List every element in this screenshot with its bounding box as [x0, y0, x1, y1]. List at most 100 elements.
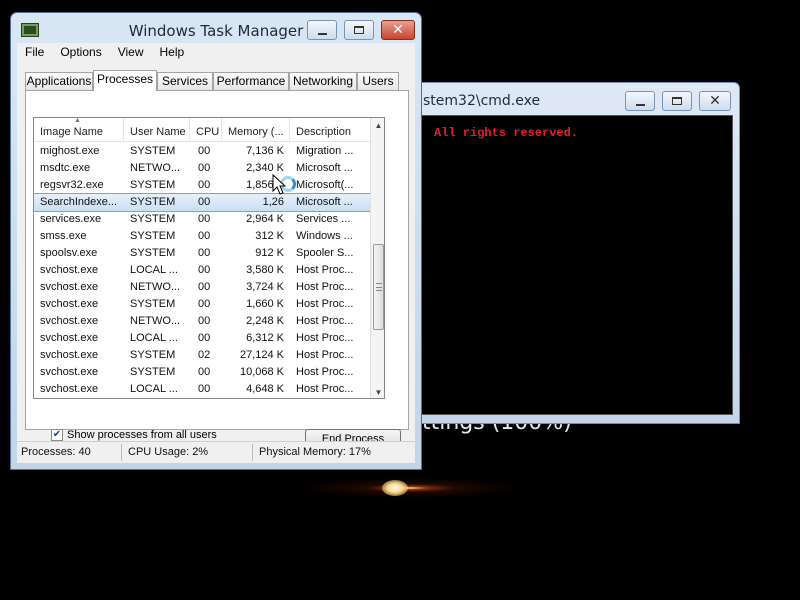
column-description[interactable]: Description	[290, 118, 370, 142]
column-user-name-label: User Name	[130, 126, 186, 138]
table-row[interactable]: spoolsv.exe SYSTEM 00 912 K Spooler S...	[34, 245, 370, 262]
description-cell: Host Proc...	[296, 332, 354, 344]
tm-maximize-button[interactable]	[344, 20, 374, 40]
description-cell: Host Proc...	[296, 264, 354, 276]
user-name-cell: NETWO...	[130, 315, 181, 327]
column-user-name[interactable]: User Name	[124, 118, 190, 142]
column-memory[interactable]: Memory (...	[222, 118, 290, 142]
description-cell: Microsoft ...	[296, 162, 353, 174]
scroll-down-icon[interactable]: ▼	[371, 385, 384, 398]
cmd-close-button[interactable]: ✕	[699, 91, 731, 111]
cmd-console[interactable]: All rights reserved.	[421, 115, 733, 415]
process-name-cell: svchost.exe	[40, 315, 99, 327]
description-cell: Services ...	[296, 213, 351, 225]
table-row[interactable]: mighost.exe SYSTEM 00 7,136 K Migration ...	[34, 143, 370, 160]
menu-bar: File Options View Help	[17, 43, 415, 63]
cpu-cell: 00	[198, 179, 211, 191]
column-image-name-label: Image Name	[40, 126, 103, 138]
user-name-cell: SYSTEM	[130, 196, 176, 208]
memory-cell: 912 K	[255, 247, 284, 259]
menu-file[interactable]: File	[17, 43, 52, 63]
process-name-cell: svchost.exe	[40, 349, 99, 361]
table-row[interactable]: svchost.exe SYSTEM 00 1,660 K Host Proc...	[34, 296, 370, 313]
description-cell: Microsoft(...	[296, 179, 354, 191]
status-divider	[252, 444, 253, 461]
table-row[interactable]: svchost.exe LOCAL ... 00 6,312 K Host Proc..…	[34, 330, 370, 347]
memory-cell: 2,340 K	[246, 162, 284, 174]
user-name-cell: SYSTEM	[130, 349, 176, 361]
show-all-users-checkbox[interactable]: ✔	[51, 429, 63, 441]
process-list-scrollbar[interactable]: ▲ ▼	[370, 118, 384, 398]
user-name-cell: SYSTEM	[130, 179, 176, 191]
cmd-window[interactable]: stem32\cmd.exe ✕ All rights reserved.	[412, 82, 740, 424]
memory-cell: 2,248 K	[246, 315, 284, 327]
process-name-cell: mighost.exe	[40, 145, 100, 157]
process-list-header: ▲ Image Name User Name CPU Memory (... D…	[34, 118, 370, 142]
memory-cell: 3,580 K	[246, 264, 284, 276]
status-processes: Processes: 40	[21, 446, 91, 458]
cpu-cell: 00	[198, 298, 211, 310]
process-name-cell: svchost.exe	[40, 366, 99, 378]
minimize-icon	[635, 103, 645, 106]
cpu-cell: 00	[198, 213, 211, 225]
tab-users[interactable]: Users	[357, 72, 399, 90]
table-row[interactable]: svchost.exe NETWO... 00 3,724 K Host Proc...	[34, 279, 370, 296]
table-row[interactable]: services.exe SYSTEM 00 2,964 K Services ...	[34, 211, 370, 228]
scroll-up-icon[interactable]: ▲	[371, 118, 384, 133]
table-row[interactable]: svchost.exe SYSTEM 00 10,068 K Host Proc...	[34, 364, 370, 381]
tab-processes[interactable]: Processes	[93, 70, 157, 91]
process-name-cell: msdtc.exe	[40, 162, 91, 174]
column-image-name[interactable]: ▲ Image Name	[34, 118, 124, 142]
description-cell: Host Proc...	[296, 366, 354, 378]
sort-arrow-icon: ▲	[74, 118, 81, 124]
table-row[interactable]: SearchIndexe... SYSTEM 00 1,26 Microsoft ...	[34, 193, 371, 212]
task-manager-window[interactable]: Windows Task Manager ✕ File Options View…	[10, 12, 422, 470]
description-cell: Host Proc...	[296, 315, 354, 327]
memory-cell: 1,660 K	[246, 298, 284, 310]
tab-performance[interactable]: Performance	[213, 72, 289, 90]
column-cpu[interactable]: CPU	[190, 118, 222, 142]
table-row[interactable]: msdtc.exe NETWO... 00 2,340 K Microsoft ...	[34, 160, 370, 177]
process-name-cell: svchost.exe	[40, 281, 99, 293]
tm-minimize-button[interactable]	[307, 20, 337, 40]
description-cell: Spooler S...	[296, 247, 354, 259]
menu-help[interactable]: Help	[152, 43, 193, 63]
minimize-icon	[317, 32, 327, 35]
process-list[interactable]: ▲ Image Name User Name CPU Memory (... D…	[33, 117, 385, 399]
description-cell: Host Proc...	[296, 298, 354, 310]
user-name-cell: SYSTEM	[130, 145, 176, 157]
menu-options[interactable]: Options	[52, 43, 109, 63]
status-cpu-usage: CPU Usage: 2%	[128, 446, 209, 458]
user-name-cell: SYSTEM	[130, 247, 176, 259]
maximize-icon	[672, 97, 682, 105]
menu-view[interactable]: View	[110, 43, 152, 63]
table-row[interactable]: smss.exe SYSTEM 00 312 K Windows ...	[34, 228, 370, 245]
memory-cell: 6,312 K	[246, 332, 284, 344]
tab-services[interactable]: Services	[157, 72, 213, 90]
table-row[interactable]: svchost.exe LOCAL ... 00 4,648 K Host Proc..…	[34, 381, 370, 398]
table-row[interactable]: svchost.exe LOCAL ... 00 3,580 K Host Proc..…	[34, 262, 370, 279]
tab-networking[interactable]: Networking	[289, 72, 357, 90]
table-row[interactable]: svchost.exe NETWO... 00 2,248 K Host Proc...	[34, 313, 370, 330]
tm-close-button[interactable]: ✕	[381, 20, 415, 40]
cmd-maximize-button[interactable]	[662, 91, 692, 111]
column-memory-label: Memory (...	[228, 126, 284, 138]
light-glow	[300, 478, 520, 498]
show-all-users-option[interactable]: ✔ Show processes from all users	[51, 429, 217, 441]
table-row[interactable]: svchost.exe SYSTEM 02 27,124 K Host Proc...	[34, 347, 370, 364]
memory-cell: 27,124 K	[239, 349, 284, 361]
column-description-label: Description	[296, 126, 352, 138]
console-line: All rights reserved.	[434, 126, 579, 140]
cpu-cell: 00	[198, 264, 211, 276]
cmd-minimize-button[interactable]	[625, 91, 655, 111]
description-cell: Host Proc...	[296, 383, 354, 395]
process-name-cell: smss.exe	[40, 230, 87, 242]
cpu-cell: 02	[198, 349, 211, 361]
cpu-cell: 00	[198, 196, 211, 208]
table-row[interactable]: regsvr32.exe SYSTEM 00 1,856 K Microsoft(...	[34, 177, 370, 194]
description-cell: Migration ...	[296, 145, 354, 157]
cpu-cell: 00	[198, 247, 211, 259]
scroll-thumb[interactable]	[373, 244, 384, 330]
tab-applications[interactable]: Applications	[25, 72, 93, 90]
user-name-cell: LOCAL ...	[130, 332, 178, 344]
